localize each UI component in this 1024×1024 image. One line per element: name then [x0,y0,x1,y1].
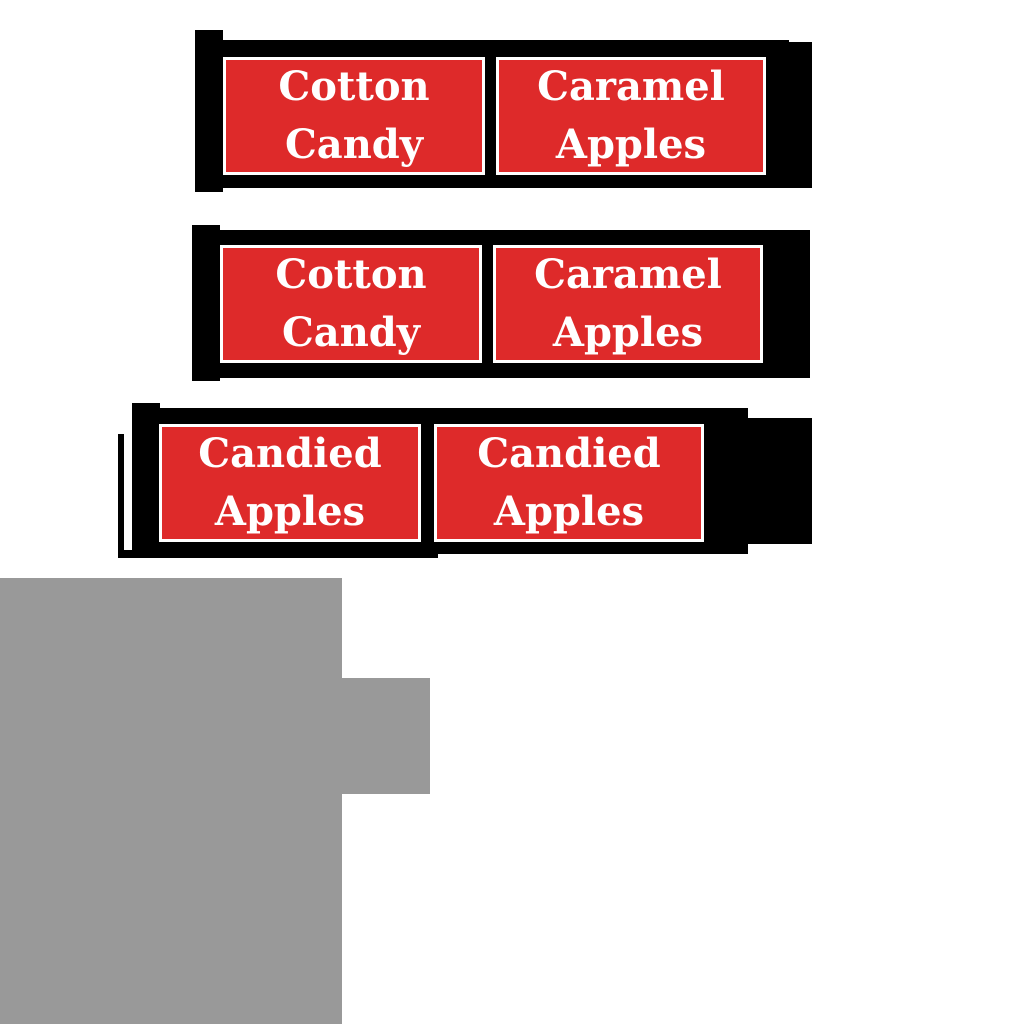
sign-line-2: Candy [281,309,421,356]
sign-line-2: Apples [493,488,645,535]
stall-bar-2-right-post [782,230,810,378]
grey-placeholder-block [0,578,342,1024]
sign-line-2: Candy [284,121,424,168]
sign-line-1: Candied [198,430,382,477]
sign-line-1: Cotton [278,63,430,110]
stall-bar-3-right-block [700,418,812,544]
sign-line-2: Apples [552,309,704,356]
stall-sign-candied-apples[interactable]: Candied Apples [434,424,704,542]
stall-sign-candied-apples[interactable]: Candied Apples [159,424,421,542]
sign-line-2: Apples [555,121,707,168]
sign-line-1: Caramel [537,63,725,110]
stall-sign-caramel-apples[interactable]: Caramel Apples [496,57,766,175]
stall-sign-caramel-apples[interactable]: Caramel Apples [493,245,763,363]
grey-placeholder-notch [342,678,430,794]
sign-line-1: Candied [477,430,661,477]
stall-bar-3-left-edge [118,434,124,558]
sign-line-1: Cotton [275,251,427,298]
game-canvas: Cotton Candy Caramel Apples Cotton Candy… [0,0,1024,1024]
sign-line-1: Caramel [534,251,722,298]
stall-sign-cotton-candy[interactable]: Cotton Candy [220,245,482,363]
sign-line-2: Apples [214,488,366,535]
stall-sign-cotton-candy[interactable]: Cotton Candy [223,57,485,175]
stall-bar-1-right-post [784,42,812,188]
